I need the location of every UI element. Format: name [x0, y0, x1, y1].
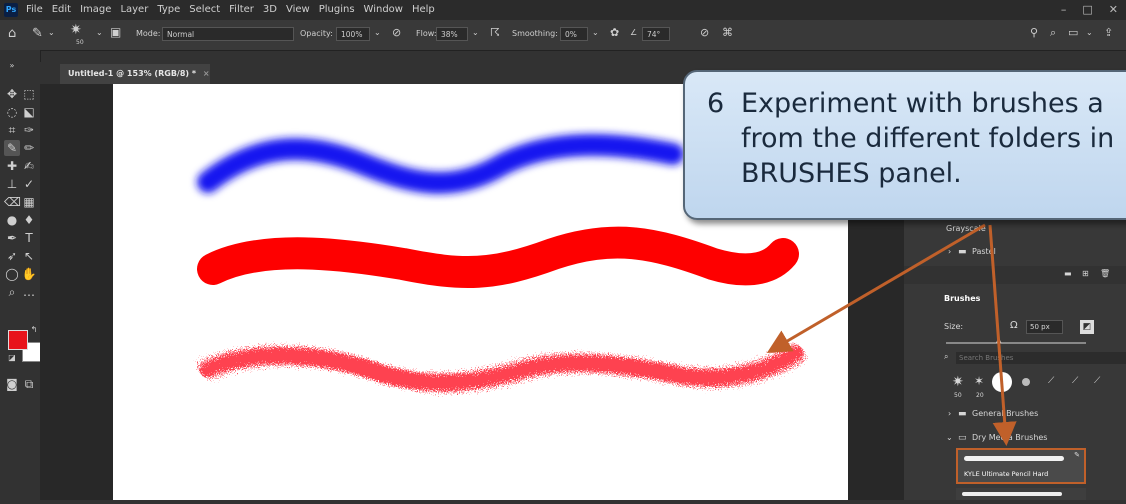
instruction-callout: 6 Experiment with brushes a from the dif…: [683, 70, 1126, 220]
arrow-to-canvas-stroke: [766, 223, 986, 354]
arrow-to-selected-brush: [988, 224, 1017, 446]
callout-line-2: from the different folders in: [741, 123, 1115, 154]
step-number: 6: [707, 88, 725, 119]
callout-line-1: Experiment with brushes a: [741, 88, 1104, 119]
callout-line-3: BRUSHES panel.: [741, 158, 962, 189]
